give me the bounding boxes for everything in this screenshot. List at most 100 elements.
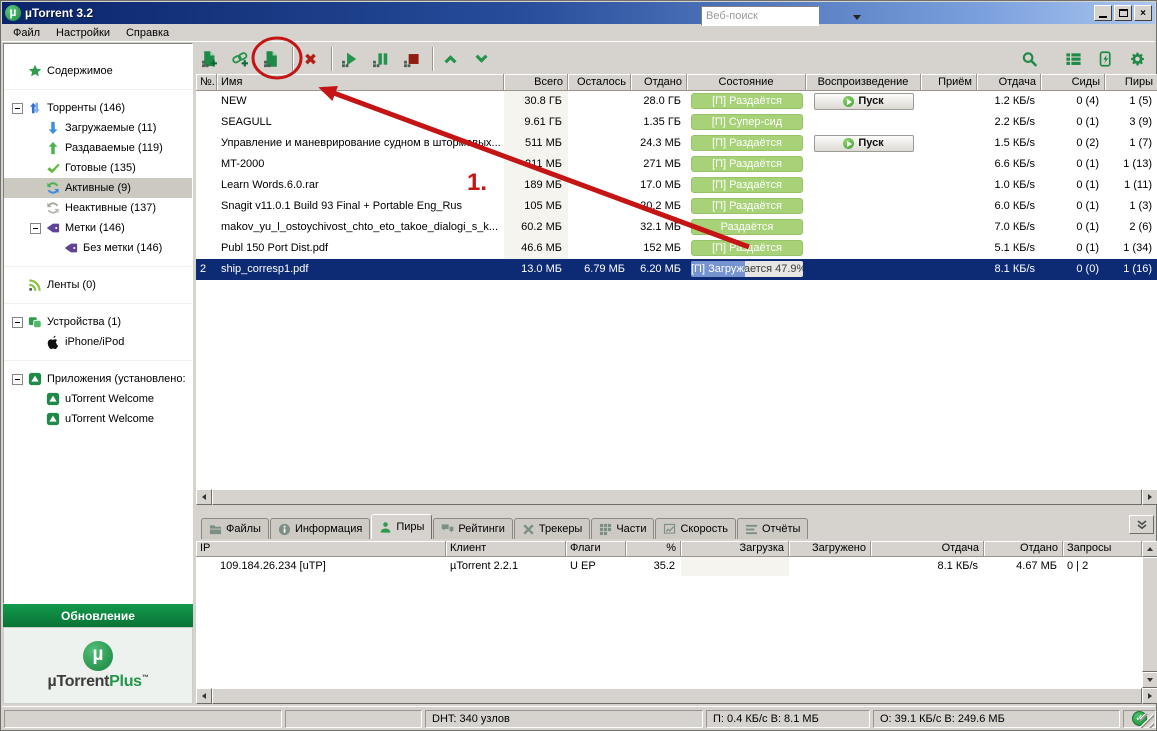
toolbar-add-torrent-button[interactable] — [196, 45, 227, 73]
toolbar-pause-torrent-button[interactable] — [367, 45, 398, 73]
sidebar-item-active[interactable]: Активные (9) — [4, 178, 192, 198]
tab-logger[interactable]: Отчёты — [737, 518, 808, 539]
peer-vscroll-thumb[interactable] — [1142, 557, 1157, 672]
sidebar-item-iphone[interactable]: iPhone/iPod — [4, 332, 192, 352]
close-button[interactable]: × — [1134, 5, 1152, 21]
maximize-button[interactable] — [1114, 5, 1132, 21]
peer-list-hscrollbar[interactable] — [196, 688, 1157, 704]
peer-column-header-reqs[interactable]: Запросы — [1063, 541, 1142, 557]
sidebar-item-downloading[interactable]: Загружаемые (11) — [4, 118, 192, 138]
peer-column-header-uled[interactable]: Отдано — [984, 541, 1063, 557]
sidebar-item-content[interactable]: Содержимое — [4, 61, 192, 81]
sidebar-item-feeds[interactable]: Ленты (0) — [4, 275, 192, 295]
menu-help[interactable]: Справка — [118, 25, 177, 41]
utorrent-plus-ad[interactable]: µ µTorrentPlus™ — [3, 627, 193, 704]
tab-files[interactable]: Файлы — [201, 518, 269, 539]
peer-hscroll-thumb[interactable] — [212, 688, 1142, 704]
sidebar-item-no-label[interactable]: Без метки (146) — [4, 238, 192, 258]
play-button[interactable]: Пуск — [814, 135, 914, 152]
toolbar-settings-button[interactable] — [1124, 45, 1155, 73]
torrent-hscroll-thumb[interactable] — [212, 489, 1142, 505]
torrent-row[interactable]: Snagit v11.0.1 Build 93 Final + Portable… — [196, 196, 1157, 217]
menu-options[interactable]: Настройки — [48, 25, 118, 41]
toolbar-create-torrent-button[interactable] — [258, 45, 289, 73]
toolbar-stop-torrent-button[interactable] — [398, 45, 429, 73]
torrent-row[interactable]: 2ship_corresp1.pdf13.0 МБ6.79 МБ6.20 МБ[… — [196, 259, 1157, 280]
torrent-list-hscrollbar[interactable] — [196, 489, 1157, 505]
search-engine-caret-icon[interactable] — [853, 15, 861, 24]
tab-info[interactable]: Информация — [270, 518, 370, 539]
torrent-hscroll-right-arrow[interactable] — [1142, 489, 1157, 505]
torrent-row[interactable]: MT-2000211 МБ271 МБ[П] Раздаётся6.6 КБ/s… — [196, 154, 1157, 175]
tab-speed[interactable]: Скорость — [655, 518, 736, 539]
tab-peers[interactable]: Пиры — [371, 514, 432, 539]
peer-list-vscrollbar[interactable] — [1142, 541, 1157, 688]
tab-ratings[interactable]: Рейтинги — [433, 518, 513, 539]
peer-hscroll-right-arrow[interactable] — [1142, 688, 1157, 704]
resize-grip[interactable] — [1140, 714, 1154, 728]
tree-expander-icon[interactable] — [12, 103, 23, 114]
peer-column-header-dled[interactable]: Загружено — [789, 541, 871, 557]
toolbar-detail-view-button[interactable] — [1060, 45, 1091, 73]
sidebar-item-devices[interactable]: Устройства (1) — [4, 312, 192, 332]
info-icon — [278, 523, 291, 536]
toolbar-remote-devices-button[interactable] — [1092, 45, 1123, 73]
peer-column-header-dl[interactable]: Загрузка — [681, 541, 789, 557]
column-header-down[interactable]: Приём — [921, 74, 977, 91]
toolbar-web-search-button[interactable] — [1016, 45, 1047, 73]
tab-trackers[interactable]: Трекеры — [514, 518, 590, 539]
tree-expander-icon[interactable] — [12, 317, 23, 328]
sidebar-item-app-welcome-1[interactable]: uTorrent Welcome — [4, 389, 192, 409]
torrent-row[interactable]: SEAGULL9.61 ГБ1.35 ГБ[П] Супер-сид2.2 КБ… — [196, 112, 1157, 133]
update-banner[interactable]: Обновление — [3, 604, 193, 627]
sidebar-item-completed[interactable]: Готовые (135) — [4, 158, 192, 178]
column-header-name[interactable]: Имя — [217, 74, 504, 91]
column-header-left[interactable]: Осталось — [568, 74, 631, 91]
column-header-status[interactable]: Состояние — [687, 74, 806, 91]
peer-column-header-pct[interactable]: % — [626, 541, 681, 557]
toolbar-start-torrent-button[interactable] — [336, 45, 367, 73]
sidebar-item-apps[interactable]: Приложения (установлено: — [4, 369, 192, 389]
toolbar-move-down-button[interactable] — [468, 45, 499, 73]
column-header-num[interactable]: №. — [196, 74, 217, 91]
cell-name: Learn Words.6.0.rar — [217, 175, 504, 196]
column-header-uploaded[interactable]: Отдано — [631, 74, 687, 91]
peer-column-header-ip[interactable]: IP — [196, 541, 446, 557]
tree-expander-icon[interactable] — [30, 223, 41, 234]
peer-column-header-ul[interactable]: Отдача — [871, 541, 984, 557]
torrent-row[interactable]: Publ 150 Port Dist.pdf46.6 МБ152 МБ[П] Р… — [196, 238, 1157, 259]
toolbar-move-up-button[interactable] — [437, 45, 468, 73]
torrent-row[interactable]: Learn Words.6.0.rar189 МБ17.0 МБ[П] Разд… — [196, 175, 1157, 196]
peer-hscroll-left-arrow[interactable] — [196, 688, 212, 704]
play-button[interactable]: Пуск — [814, 93, 914, 110]
column-header-play[interactable]: Воспроизведение — [806, 74, 921, 91]
peer-vscroll-down-arrow[interactable] — [1142, 672, 1157, 688]
sidebar-item-torrents[interactable]: Торренты (146) — [4, 98, 192, 118]
window-title: µTorrent 3.2 — [25, 6, 1094, 20]
title-bar[interactable]: µ µTorrent 3.2 × — [2, 2, 1155, 24]
menu-file[interactable]: Файл — [5, 25, 48, 41]
web-search-input[interactable] — [701, 6, 819, 26]
minimize-button[interactable] — [1094, 5, 1112, 21]
toolbar-remove-torrent-button[interactable] — [297, 45, 328, 73]
column-header-total[interactable]: Всего — [504, 74, 568, 91]
torrent-row[interactable]: Управление и маневрирование судном в што… — [196, 133, 1157, 154]
torrent-row[interactable]: NEW30.8 ГБ28.0 ГБ[П] РаздаётсяПуск1.2 КБ… — [196, 91, 1157, 112]
toolbar-add-link-button[interactable] — [227, 45, 258, 73]
torrent-row[interactable]: makov_yu_l_ostoychivost_chto_eto_takoe_d… — [196, 217, 1157, 238]
sidebar-item-app-welcome-2[interactable]: uTorrent Welcome — [4, 409, 192, 429]
sidebar-item-inactive[interactable]: Неактивные (137) — [4, 198, 192, 218]
peer-row[interactable]: 109.184.26.234 [uTP]µTorrent 2.2.1U EP35… — [196, 557, 1142, 576]
collapse-detail-button[interactable] — [1129, 515, 1154, 534]
peer-vscroll-up-arrow[interactable] — [1142, 541, 1157, 557]
column-header-up[interactable]: Отдача — [977, 74, 1041, 91]
peer-column-header-client[interactable]: Клиент — [446, 541, 566, 557]
tree-expander-icon[interactable] — [12, 374, 23, 385]
column-header-peers[interactable]: Пиры — [1105, 74, 1157, 91]
column-header-seeds[interactable]: Сиды — [1041, 74, 1105, 91]
peer-column-header-flags[interactable]: Флаги — [566, 541, 626, 557]
sidebar-item-labels[interactable]: Метки (146) — [4, 218, 192, 238]
sidebar-item-seeding[interactable]: Раздаваемые (119) — [4, 138, 192, 158]
tab-pieces[interactable]: Части — [591, 518, 654, 539]
torrent-hscroll-left-arrow[interactable] — [196, 489, 212, 505]
